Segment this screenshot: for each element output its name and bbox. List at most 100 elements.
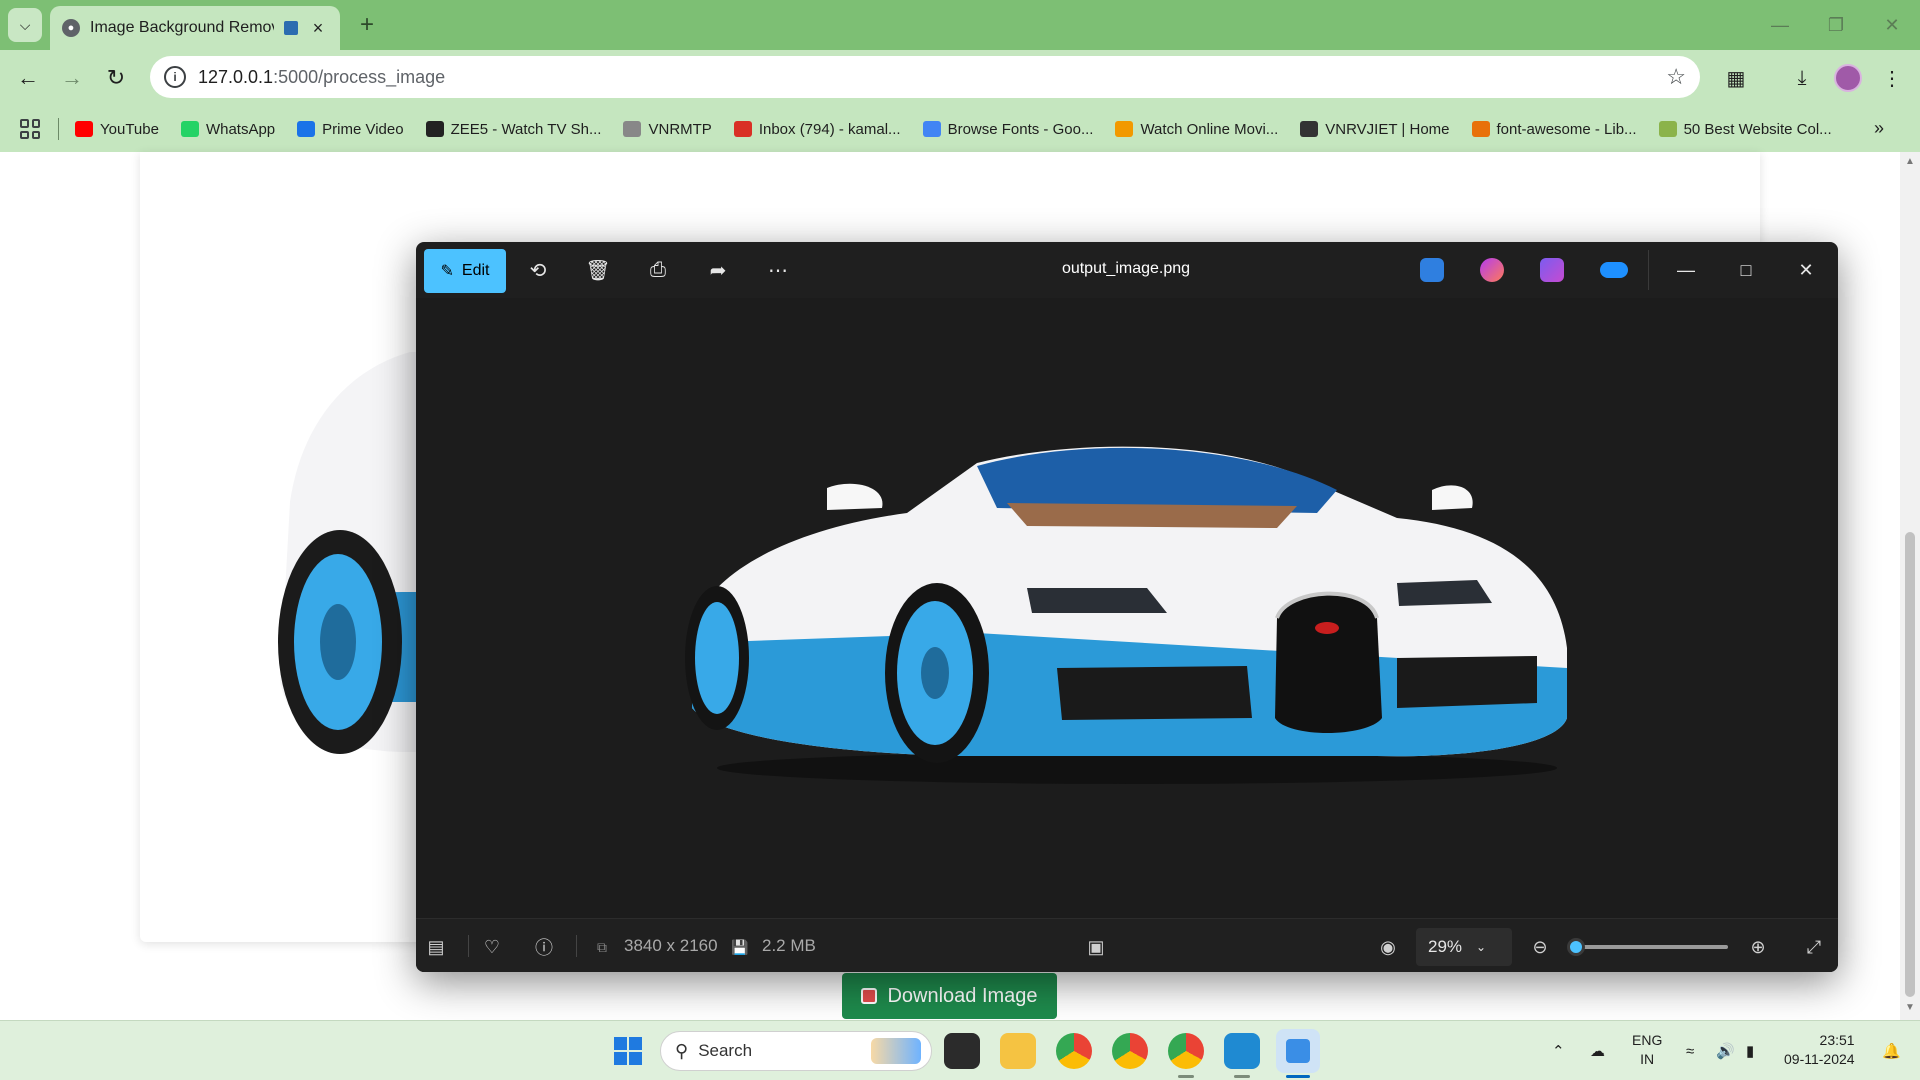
tab-search-button[interactable]: ⌵ <box>8 8 42 42</box>
bookmark-favicon-icon <box>75 121 93 137</box>
photos-viewer-window: ✎ Edit ⟲ 🗑 ⎙ ➦ ⋯ output_image.png — □ ✕ <box>416 242 1838 972</box>
bookmark-label: font-awesome - Lib... <box>1496 120 1637 138</box>
clock-time: 23:51 <box>1819 1032 1855 1048</box>
zoom-slider-knob[interactable] <box>1567 938 1585 956</box>
new-tab-button[interactable]: + <box>352 10 382 40</box>
bookmark-favicon-icon <box>1471 121 1490 137</box>
bookmark-favicon-icon <box>180 121 199 137</box>
viewer-close-button[interactable]: ✕ <box>1786 252 1826 288</box>
tab-active[interactable]: ● Image Background Remover × <box>50 6 340 50</box>
chrome-icon[interactable] <box>1056 1033 1092 1069</box>
bookmark-item[interactable]: Browse Fonts - Goo... <box>922 121 1093 138</box>
bookmark-item[interactable]: VNRVJIET | Home <box>1300 121 1450 138</box>
zoom-in-icon[interactable]: ⊕ <box>1744 933 1772 961</box>
back-button[interactable]: ← <box>10 60 46 96</box>
bookmark-item[interactable]: Watch Online Movi... <box>1115 121 1278 138</box>
show-hidden-icons[interactable]: ⌃ <box>1552 1021 1565 1080</box>
download-image-button[interactable]: Download Image <box>842 973 1057 1019</box>
chevron-down-icon: ⌵ <box>19 16 31 33</box>
system-clock[interactable]: 23:51 09-11-2024 <box>1784 1031 1855 1069</box>
scroll-down-icon[interactable]: ▼ <box>1905 1002 1915 1013</box>
favorite-heart-icon[interactable]: ♡ <box>478 933 506 961</box>
bookmark-favicon-icon <box>623 121 642 137</box>
viewer-minimize-button[interactable]: — <box>1666 252 1706 288</box>
dimensions-icon: ⧉ <box>597 938 607 955</box>
more-options-icon[interactable]: ⋯ <box>760 254 796 286</box>
statusbar-divider <box>576 935 577 957</box>
onedrive-icon[interactable] <box>1600 262 1628 278</box>
clipchamp-icon[interactable] <box>1480 258 1504 282</box>
volume-icon[interactable]: 🔊 <box>1716 1021 1735 1080</box>
edit-button[interactable]: ✎ Edit <box>424 249 506 293</box>
bookmark-item[interactable]: Prime Video <box>297 121 404 138</box>
browser-chrome: ⌵ ● Image Background Remover × + — ❐ ✕ ←… <box>0 0 1920 152</box>
bookmarks-divider <box>58 118 59 140</box>
scroll-up-icon[interactable]: ▲ <box>1905 156 1915 167</box>
bookmark-favicon-icon <box>1658 121 1677 137</box>
profile-avatar[interactable] <box>1834 64 1862 92</box>
bookmarks-bar: YouTube WhatsApp Prime Video ZEE5 - Watch T… <box>0 106 1920 152</box>
bookmark-item[interactable]: 50 Best Website Col... <box>1658 121 1832 138</box>
bookmark-item[interactable]: YouTube <box>75 121 159 138</box>
restore-button[interactable]: ❐ <box>1808 0 1864 50</box>
download-image-icon <box>861 988 878 1004</box>
address-bar[interactable]: i 127.0.0.1:5000/process_image ☆ <box>150 56 1700 98</box>
print-icon[interactable]: ⎙ <box>640 254 676 286</box>
reload-button[interactable]: ↻ <box>98 60 134 96</box>
apps-grid-icon[interactable] <box>20 119 40 139</box>
taskbar-search[interactable]: ⚲ Search <box>660 1031 932 1071</box>
fit-to-window-icon[interactable]: ◉ <box>1374 933 1402 961</box>
delete-icon[interactable]: 🗑 <box>580 254 616 286</box>
close-window-button[interactable]: ✕ <box>1864 0 1920 50</box>
bookmark-label: YouTube <box>100 120 159 138</box>
download-icon[interactable]: ⤓ <box>1784 60 1820 96</box>
chrome-profile-2-icon[interactable] <box>1168 1033 1204 1069</box>
tab-title: Image Background Remover <box>90 19 274 36</box>
onedrive-tray-icon[interactable]: ☁ <box>1590 1021 1605 1080</box>
tab-emoji-icon <box>284 21 298 35</box>
minimize-button[interactable]: — <box>1752 0 1808 50</box>
bookmark-item[interactable]: Inbox (794) - kamal... <box>733 121 901 138</box>
video-editor-icon[interactable] <box>1540 258 1564 282</box>
bookmark-item[interactable]: font-awesome - Lib... <box>1471 120 1637 138</box>
image-canvas[interactable] <box>416 298 1838 918</box>
viewer-titlebar: ✎ Edit ⟲ 🗑 ⎙ ➦ ⋯ output_image.png — □ ✕ <box>416 242 1838 298</box>
extensions-icon[interactable]: ▦ <box>1718 60 1754 96</box>
bookmark-label: WhatsApp <box>205 120 276 138</box>
rotate-icon[interactable]: ⟲ <box>520 254 556 286</box>
start-button[interactable] <box>614 1037 642 1065</box>
viewer-maximize-button[interactable]: □ <box>1726 252 1766 288</box>
download-image-label: Download Image <box>887 984 1038 1007</box>
visual-search-icon[interactable]: ▣ <box>1082 933 1110 961</box>
page-scrollbar[interactable]: ▲ ▼ <box>1900 152 1920 1020</box>
site-info-icon[interactable]: i <box>164 66 186 88</box>
file-info-icon[interactable]: ⓘ <box>530 933 558 961</box>
forward-button[interactable]: → <box>54 60 90 96</box>
chrome-profile-icon[interactable] <box>1112 1033 1148 1069</box>
zoom-out-icon[interactable]: ⊖ <box>1526 933 1554 961</box>
bookmarks-overflow-icon[interactable]: » <box>1874 118 1884 139</box>
zoom-slider[interactable] <box>1567 938 1728 956</box>
bookmark-item[interactable]: ZEE5 - Watch TV Sh... <box>425 121 601 138</box>
wifi-icon[interactable]: ≈ <box>1686 1021 1694 1080</box>
scrollbar-thumb[interactable] <box>1905 532 1915 997</box>
bookmark-star-icon[interactable]: ☆ <box>1666 64 1686 90</box>
file-explorer-icon[interactable] <box>1000 1033 1036 1069</box>
search-highlight-icon <box>871 1038 921 1064</box>
battery-icon[interactable]: ▮ <box>1746 1021 1754 1080</box>
photos-app-icon[interactable] <box>1276 1029 1320 1073</box>
notifications-icon[interactable]: 🔔 <box>1882 1021 1901 1080</box>
task-view-icon[interactable] <box>944 1033 980 1069</box>
share-icon[interactable]: ➦ <box>700 254 736 286</box>
designer-app-icon[interactable] <box>1420 258 1444 282</box>
chevron-down-icon: ⌄ <box>1476 940 1487 954</box>
language-indicator[interactable]: ENG IN <box>1632 1031 1662 1069</box>
menu-kebab-icon[interactable]: ⋮ <box>1874 60 1910 96</box>
bookmark-item[interactable]: WhatsApp <box>180 120 276 138</box>
bookmark-item[interactable]: VNRMTP <box>623 121 712 138</box>
vscode-icon[interactable] <box>1224 1033 1260 1069</box>
zoom-level-select[interactable]: 29% ⌄ <box>1416 928 1512 966</box>
fullscreen-icon[interactable]: ⤢ <box>1800 933 1828 961</box>
close-icon[interactable]: × <box>308 18 328 39</box>
filmstrip-icon[interactable]: ▤ <box>422 933 450 961</box>
